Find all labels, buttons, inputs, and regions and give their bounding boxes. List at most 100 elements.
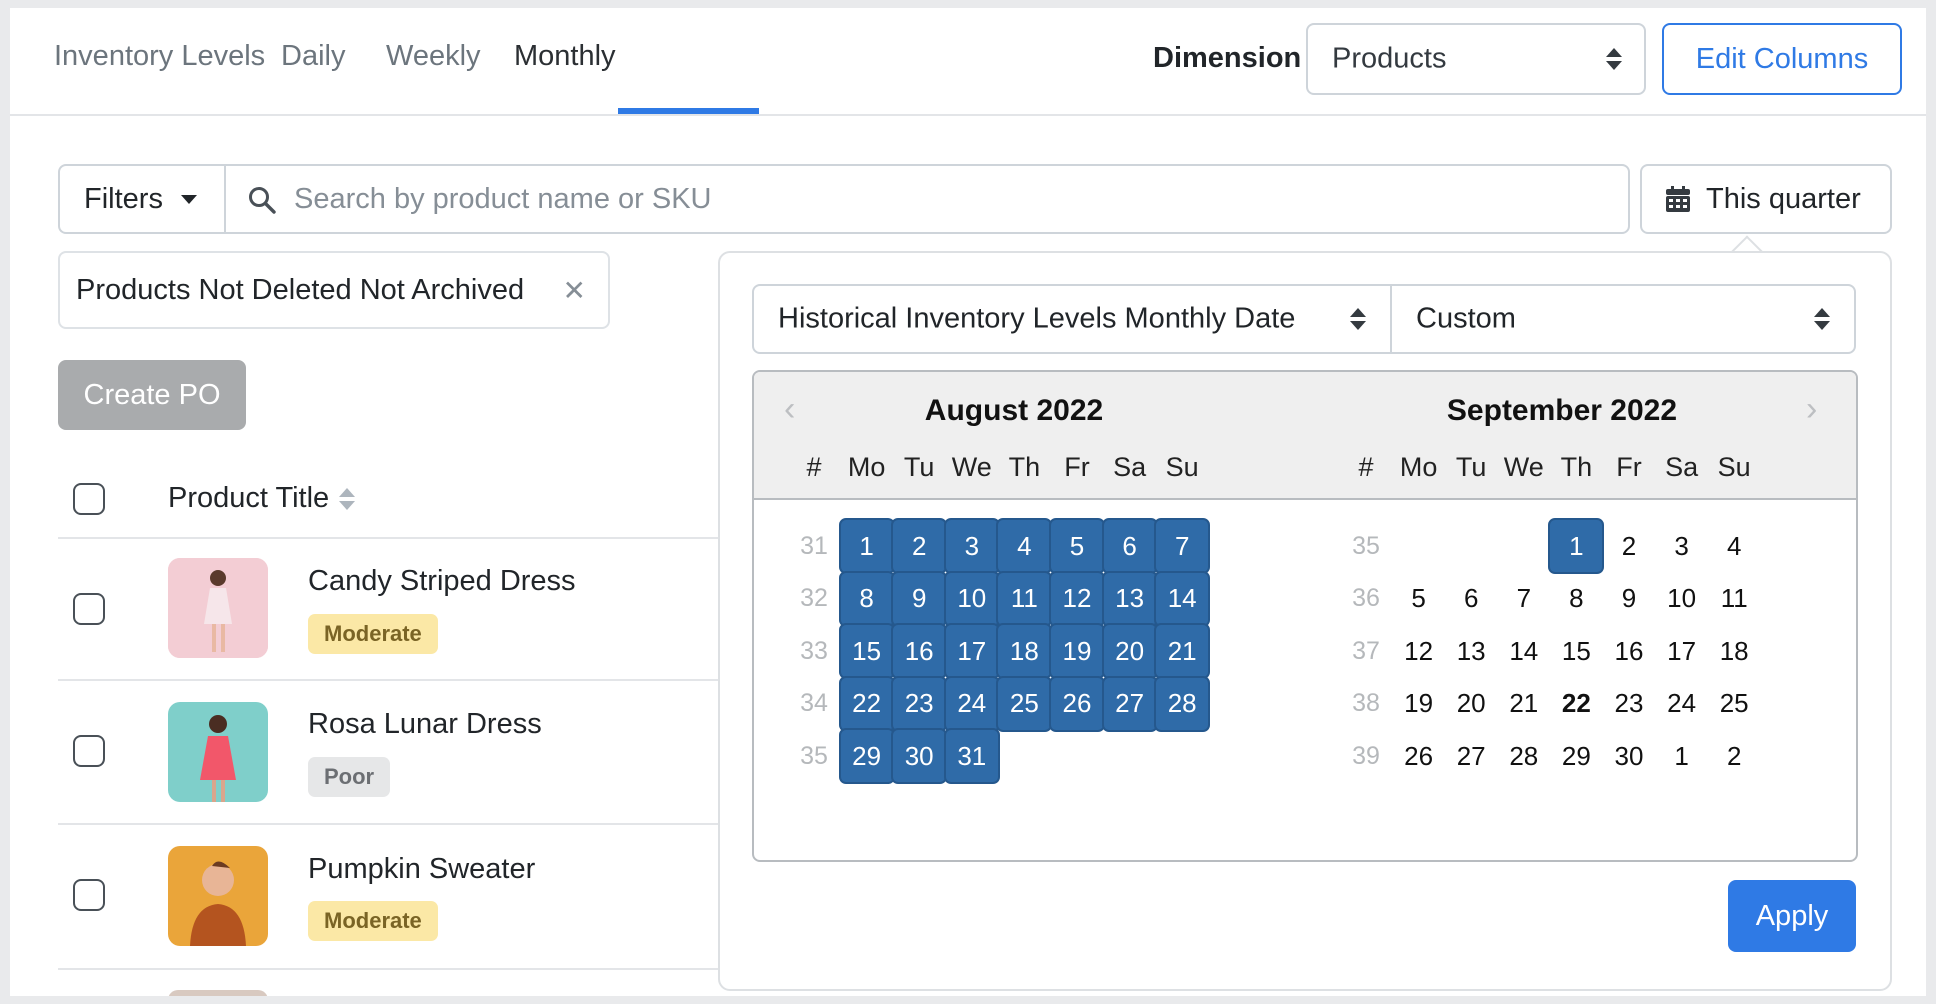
dimension-select[interactable]: Products xyxy=(1306,23,1646,95)
calendar-day[interactable]: 5 xyxy=(1391,571,1447,627)
filters-button[interactable]: Filters xyxy=(58,164,224,234)
calendar-day[interactable]: 19 xyxy=(1391,676,1447,732)
calendar-day[interactable]: 21 xyxy=(1496,676,1552,732)
calendar-day[interactable]: 28 xyxy=(1154,675,1211,732)
calendar-day[interactable]: 30 xyxy=(1601,728,1657,784)
calendar-day[interactable]: 24 xyxy=(943,675,1000,732)
calendar-day[interactable]: 4 xyxy=(1706,518,1762,574)
weekday-header: Su xyxy=(1165,452,1199,482)
weekday-header: # xyxy=(1358,452,1374,482)
calendar-day[interactable]: 9 xyxy=(1601,571,1657,627)
date-range-button[interactable]: This quarter xyxy=(1640,164,1892,234)
calendar-day[interactable]: 16 xyxy=(891,623,948,680)
calendar-day[interactable]: 5 xyxy=(1049,518,1105,574)
row-checkbox[interactable] xyxy=(73,593,105,625)
apply-button[interactable]: Apply xyxy=(1728,880,1856,952)
calendar-day[interactable]: 27 xyxy=(1443,728,1499,784)
calendar-day[interactable]: 26 xyxy=(1049,675,1105,732)
calendar-day[interactable]: 31 xyxy=(943,728,1000,785)
calendar-day[interactable]: 1 xyxy=(1654,728,1710,784)
calendar-day[interactable]: 2 xyxy=(1601,518,1657,574)
calendar-day[interactable]: 2 xyxy=(891,518,948,574)
product-title-column-header[interactable]: Product Title xyxy=(168,482,356,515)
calendar-day[interactable]: 17 xyxy=(1654,623,1710,679)
weekday-header: Mo xyxy=(1399,452,1438,482)
weekday-header: Su xyxy=(1717,452,1751,482)
range-preset-select-value: Custom xyxy=(1416,302,1516,335)
dimension-label: Dimension xyxy=(1153,42,1302,74)
calendar-day[interactable]: 8 xyxy=(1548,571,1604,627)
calendar-day[interactable]: 27 xyxy=(1101,675,1158,732)
tab-monthly[interactable]: Monthly xyxy=(514,40,616,73)
calendar-day[interactable]: 11 xyxy=(996,570,1053,627)
product-photo-dress xyxy=(168,558,268,658)
select-all-checkbox[interactable] xyxy=(73,483,105,515)
product-name[interactable]: Pumpkin Sweater xyxy=(308,853,535,886)
calendar-day[interactable]: 23 xyxy=(891,675,948,732)
calendar-day[interactable]: 15 xyxy=(838,623,895,680)
create-po-button[interactable]: Create PO xyxy=(58,360,246,430)
product-name[interactable]: Rosa Lunar Dress xyxy=(308,708,542,741)
calendar-day[interactable]: 28 xyxy=(1496,728,1552,784)
calendar-day[interactable]: 13 xyxy=(1443,623,1499,679)
calendar-day[interactable]: 18 xyxy=(1706,623,1762,679)
calendar-day[interactable]: 12 xyxy=(1391,623,1447,679)
calendar-day[interactable]: 30 xyxy=(891,728,948,785)
calendar-day[interactable]: 17 xyxy=(943,623,1000,680)
product-name[interactable]: Candy Striped Dress xyxy=(308,565,576,598)
calendar-day[interactable]: 12 xyxy=(1049,570,1105,627)
calendar-day[interactable]: 6 xyxy=(1101,518,1158,574)
calendar-day[interactable]: 2 xyxy=(1706,728,1762,784)
calendar-day[interactable]: 10 xyxy=(1654,571,1710,627)
date-field-select-value: Historical Inventory Levels Monthly Date xyxy=(778,302,1296,335)
calendar-icon xyxy=(1666,186,1690,212)
calendar-day[interactable]: 21 xyxy=(1154,623,1211,680)
calendar-day[interactable]: 29 xyxy=(838,728,895,785)
calendar-day[interactable]: 19 xyxy=(1049,623,1105,680)
calendar-day[interactable]: 20 xyxy=(1443,676,1499,732)
calendar-day[interactable]: 8 xyxy=(838,570,895,627)
calendar-day[interactable]: 6 xyxy=(1443,571,1499,627)
calendar-day[interactable]: 14 xyxy=(1154,570,1211,627)
filter-chip-label: Products Not Deleted Not Archived xyxy=(76,273,525,306)
calendar-day[interactable]: 3 xyxy=(1654,518,1710,574)
tab-daily[interactable]: Daily xyxy=(281,40,345,73)
calendar-day[interactable]: 22 xyxy=(838,675,895,732)
date-field-select[interactable]: Historical Inventory Levels Monthly Date xyxy=(752,284,1392,354)
search-box xyxy=(224,164,1630,234)
product-image xyxy=(168,846,268,946)
week-number: 35 xyxy=(800,741,828,770)
calendar-day[interactable]: 16 xyxy=(1601,623,1657,679)
calendar-day[interactable]: 29 xyxy=(1548,728,1604,784)
calendar-day[interactable]: 13 xyxy=(1101,570,1158,627)
calendar-day[interactable]: 7 xyxy=(1154,518,1211,574)
calendar-day[interactable]: 15 xyxy=(1548,623,1604,679)
calendar-day[interactable]: 10 xyxy=(943,570,1000,627)
calendar-day[interactable]: 11 xyxy=(1706,571,1762,627)
range-preset-select[interactable]: Custom xyxy=(1390,284,1856,354)
edit-columns-button[interactable]: Edit Columns xyxy=(1662,23,1902,95)
row-checkbox[interactable] xyxy=(73,735,105,767)
row-checkbox[interactable] xyxy=(73,879,105,911)
calendar-day[interactable]: 22 xyxy=(1548,676,1604,732)
calendar-day[interactable]: 14 xyxy=(1496,623,1552,679)
search-input[interactable] xyxy=(294,174,1594,224)
calendar-day[interactable]: 18 xyxy=(996,623,1053,680)
calendar-day[interactable]: 7 xyxy=(1496,571,1552,627)
week-number: 39 xyxy=(1352,741,1380,770)
tab-weekly[interactable]: Weekly xyxy=(386,40,481,73)
calendar-day[interactable]: 25 xyxy=(1706,676,1762,732)
calendar-day[interactable]: 4 xyxy=(996,518,1053,574)
calendar-day[interactable]: 23 xyxy=(1601,676,1657,732)
calendar-day[interactable]: 26 xyxy=(1391,728,1447,784)
week-number: 32 xyxy=(800,584,828,613)
calendar-day[interactable]: 3 xyxy=(943,518,1000,574)
calendar-day[interactable]: 20 xyxy=(1101,623,1158,680)
calendar-day[interactable]: 1 xyxy=(1548,518,1605,574)
tab-inventory-levels[interactable]: Inventory Levels xyxy=(54,40,265,73)
calendar-day[interactable]: 25 xyxy=(996,675,1053,732)
calendar-day[interactable]: 9 xyxy=(891,570,948,627)
calendar-day[interactable]: 24 xyxy=(1654,676,1710,732)
calendar-day[interactable]: 1 xyxy=(838,518,895,574)
close-icon[interactable]: ✕ xyxy=(563,277,586,305)
